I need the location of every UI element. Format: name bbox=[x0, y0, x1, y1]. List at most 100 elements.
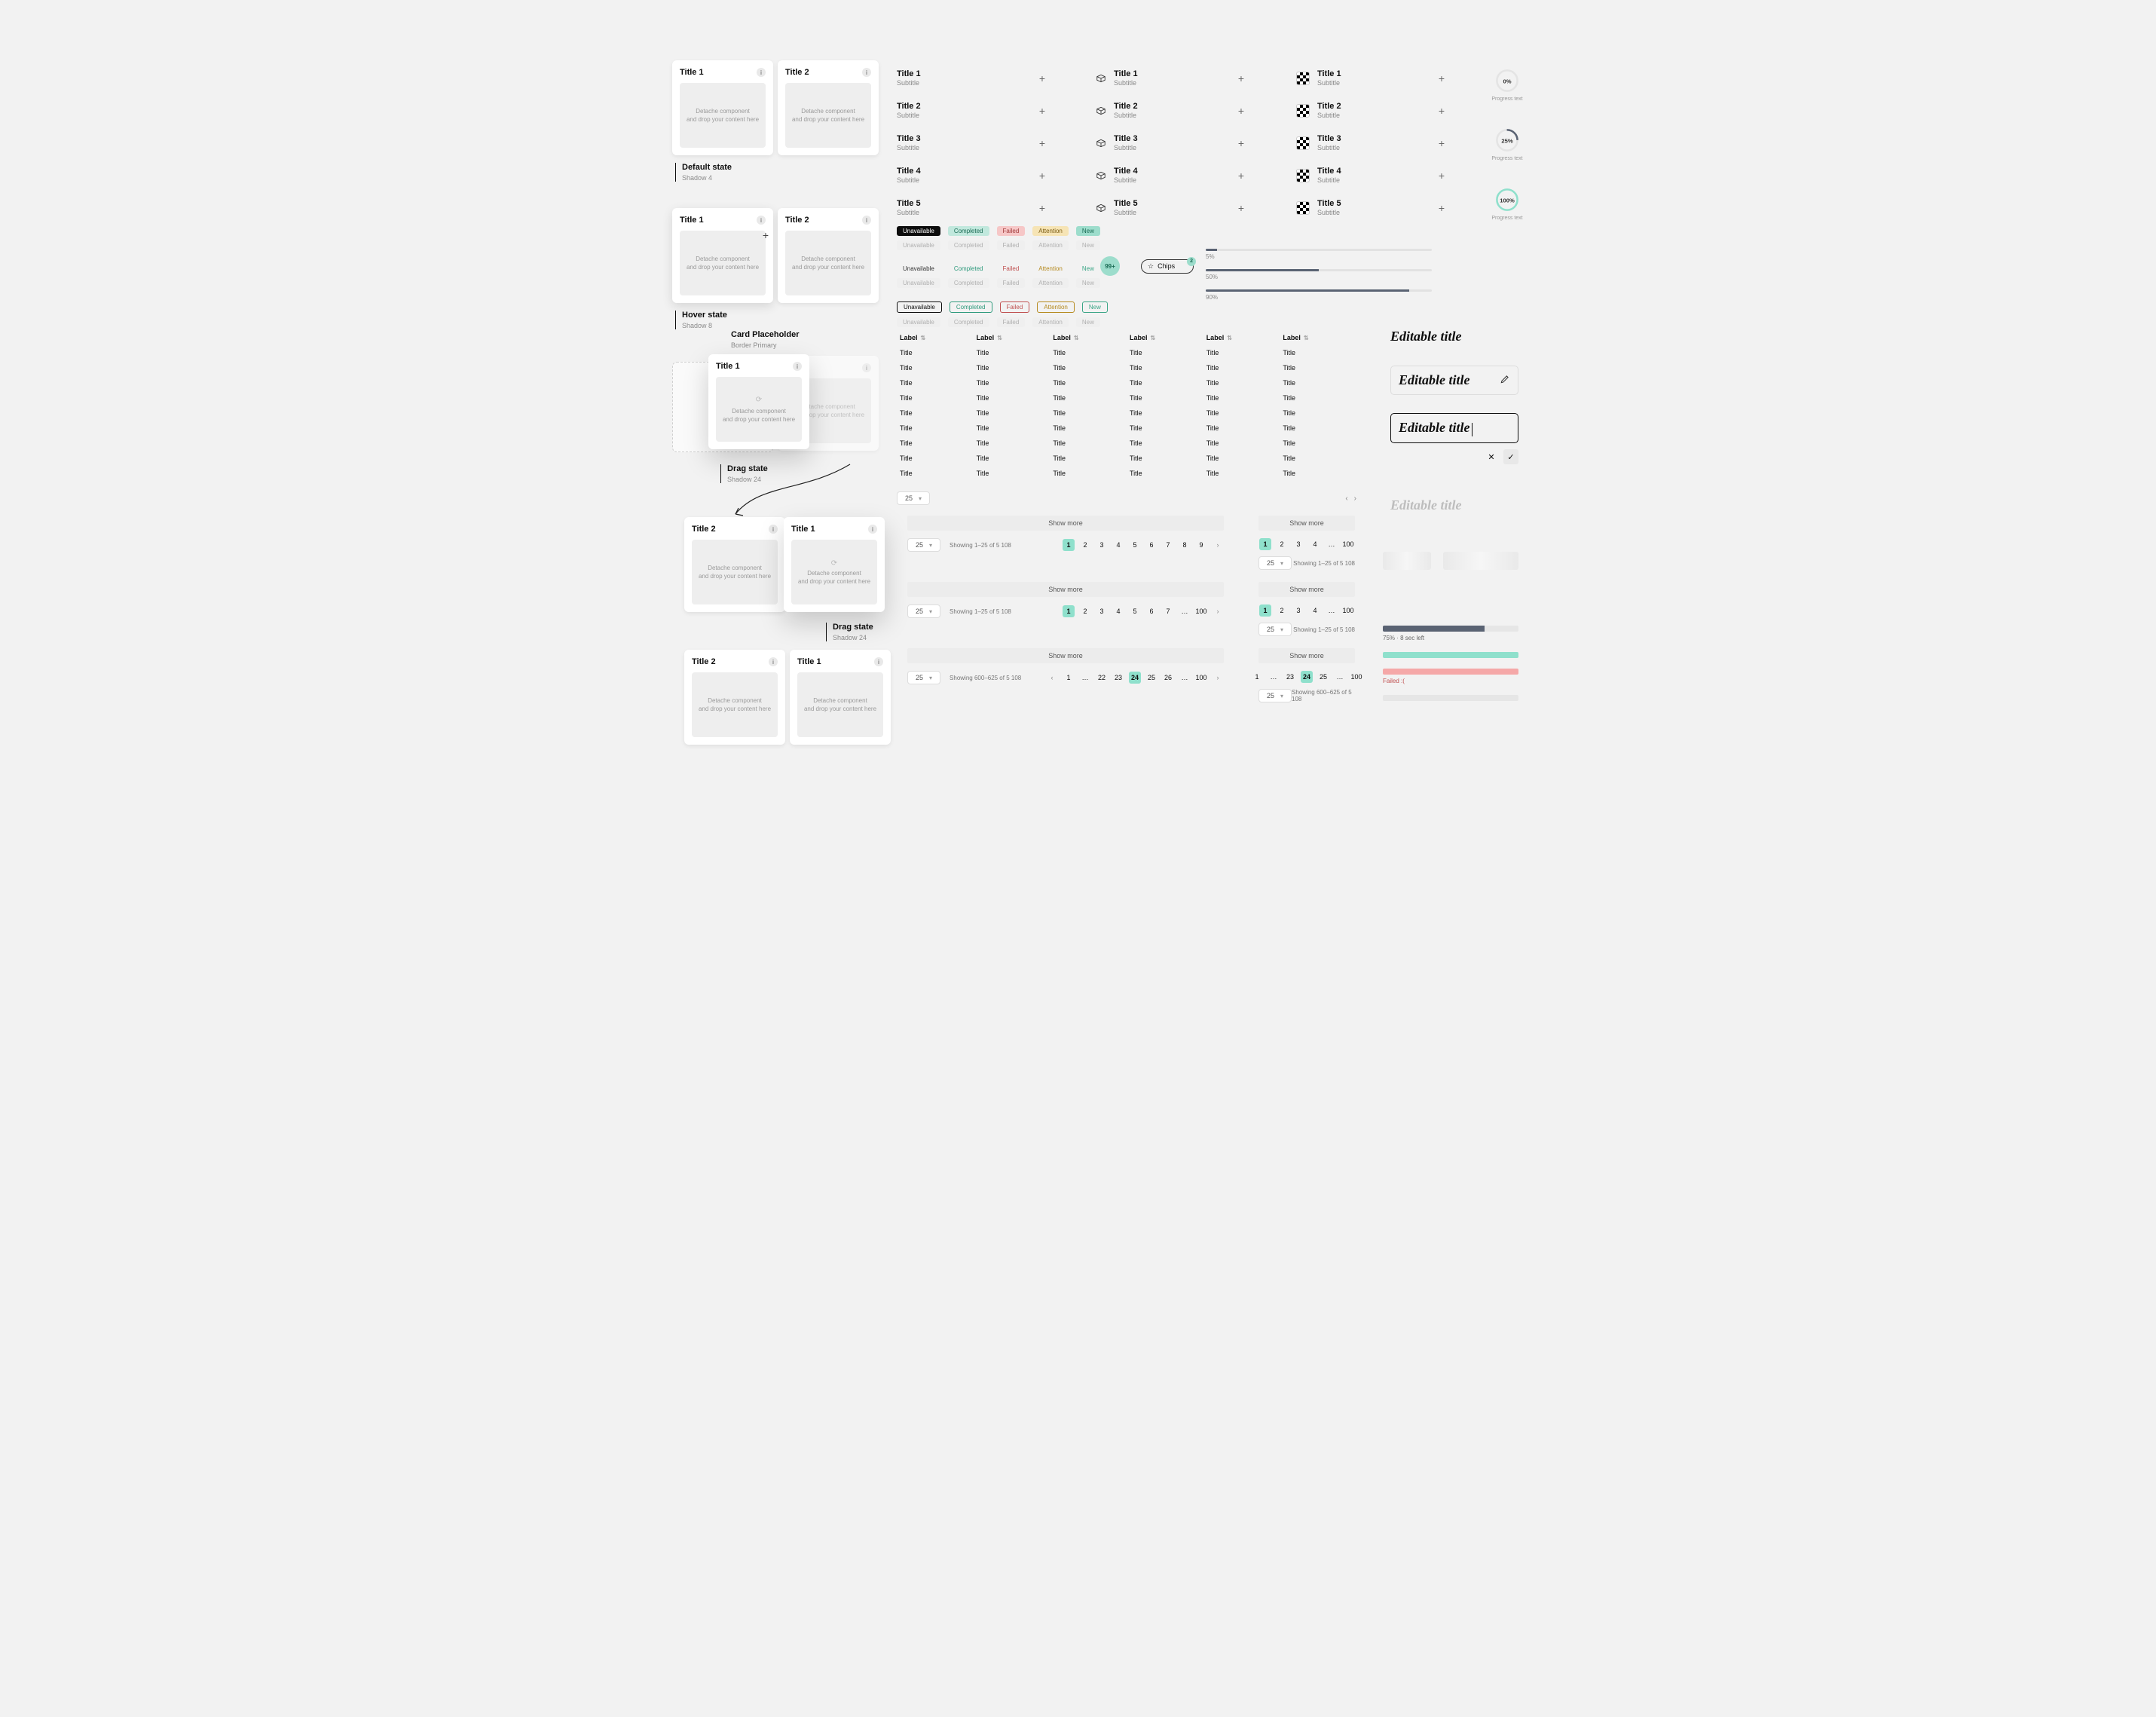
page-100[interactable]: 100 bbox=[1342, 604, 1354, 617]
show-more-button[interactable]: Show more bbox=[1258, 648, 1355, 663]
table-row[interactable]: TitleTitleTitleTitleTitleTitle bbox=[897, 451, 1356, 466]
editable-title-hover[interactable]: Editable title bbox=[1390, 366, 1518, 395]
card-dropzone[interactable]: Detache component and drop your content … bbox=[785, 83, 871, 148]
add-icon[interactable]: + bbox=[1236, 73, 1246, 84]
page-size-select[interactable]: 25▾ bbox=[907, 538, 940, 552]
page-2[interactable]: 2 bbox=[1079, 605, 1091, 617]
title-row[interactable]: Title 4Subtitle+ bbox=[897, 162, 1047, 194]
title-row[interactable]: Title 2Subtitle+ bbox=[1096, 97, 1246, 130]
page-2[interactable]: 2 bbox=[1276, 538, 1288, 550]
card-dropzone[interactable]: Detache component and drop your content … bbox=[797, 672, 883, 737]
title-row[interactable]: Title 3Subtitle+ bbox=[1296, 130, 1447, 162]
tag-unavailable-text[interactable]: Unavailable bbox=[897, 264, 940, 274]
tag-new-outline[interactable]: New bbox=[1082, 301, 1108, 313]
info-icon[interactable]: i bbox=[757, 68, 766, 77]
card-dropzone[interactable]: Detache component and drop your content … bbox=[785, 231, 871, 295]
page-2[interactable]: 2 bbox=[1276, 604, 1288, 617]
page-8[interactable]: 8 bbox=[1179, 539, 1191, 551]
editable-title-editing[interactable]: Editable title bbox=[1390, 413, 1518, 443]
info-icon[interactable]: i bbox=[862, 216, 871, 225]
page-100[interactable]: 100 bbox=[1350, 671, 1362, 683]
add-icon[interactable]: + bbox=[763, 229, 769, 241]
title-row[interactable]: Title 1Subtitle+ bbox=[897, 65, 1047, 97]
card-dropzone[interactable]: ⟳ Detache component and drop your conten… bbox=[716, 377, 802, 442]
pencil-icon[interactable] bbox=[1500, 374, 1510, 387]
page-3[interactable]: 3 bbox=[1292, 538, 1304, 550]
add-icon[interactable]: + bbox=[1436, 73, 1447, 84]
table-row[interactable]: TitleTitleTitleTitleTitleTitle bbox=[897, 390, 1356, 406]
page-3[interactable]: 3 bbox=[1292, 604, 1304, 617]
title-row[interactable]: Title 3Subtitle+ bbox=[1096, 130, 1246, 162]
pager-prev[interactable]: ‹ bbox=[1345, 494, 1347, 503]
info-icon[interactable]: i bbox=[769, 525, 778, 534]
table-header-cell[interactable]: Label⇅ bbox=[1203, 330, 1280, 345]
tag-unavailable[interactable]: Unavailable bbox=[897, 226, 940, 236]
card-hover-2[interactable]: Title 2 i Detache component and drop you… bbox=[778, 208, 879, 303]
tag-completed-text[interactable]: Completed bbox=[948, 264, 989, 274]
title-row[interactable]: Title 5Subtitle+ bbox=[897, 194, 1047, 227]
page-1[interactable]: 1 bbox=[1259, 604, 1271, 617]
card-final-2[interactable]: Title 2 i Detache component and drop you… bbox=[684, 650, 785, 745]
page-3[interactable]: 3 bbox=[1096, 605, 1108, 617]
sort-icon[interactable]: ⇅ bbox=[1151, 335, 1156, 341]
info-icon[interactable]: i bbox=[769, 657, 778, 666]
page-100[interactable]: 100 bbox=[1195, 605, 1207, 617]
page-1[interactable]: 1 bbox=[1063, 672, 1075, 684]
page-26[interactable]: 26 bbox=[1162, 672, 1174, 684]
table-row[interactable]: TitleTitleTitleTitleTitleTitle bbox=[897, 360, 1356, 375]
page-size-select[interactable]: 25▾ bbox=[907, 671, 940, 684]
tag-completed-outline[interactable]: Completed bbox=[950, 301, 992, 313]
sort-icon[interactable]: ⇅ bbox=[1304, 335, 1309, 341]
page-5[interactable]: 5 bbox=[1129, 539, 1141, 551]
page-25[interactable]: 25 bbox=[1145, 672, 1158, 684]
add-icon[interactable]: + bbox=[1037, 73, 1047, 84]
tag-attention[interactable]: Attention bbox=[1032, 226, 1069, 236]
add-icon[interactable]: + bbox=[1037, 106, 1047, 116]
title-row[interactable]: Title 4Subtitle+ bbox=[1096, 162, 1246, 194]
page-1[interactable]: 1 bbox=[1251, 671, 1263, 683]
page-1[interactable]: 1 bbox=[1063, 605, 1075, 617]
table-row[interactable]: TitleTitleTitleTitleTitleTitle bbox=[897, 421, 1356, 436]
page-23[interactable]: 23 bbox=[1112, 672, 1124, 684]
sort-icon[interactable]: ⇅ bbox=[921, 335, 926, 341]
tag-failed-outline[interactable]: Failed bbox=[1000, 301, 1030, 313]
add-icon[interactable]: + bbox=[1436, 106, 1447, 116]
title-row[interactable]: Title 2Subtitle+ bbox=[1296, 97, 1447, 130]
card-dropzone[interactable]: ⟳ Detache component and drop your conten… bbox=[791, 540, 877, 604]
card-afterdrop-2[interactable]: Title 2 i Detache component and drop you… bbox=[684, 517, 785, 612]
page-9[interactable]: 9 bbox=[1195, 539, 1207, 551]
card-dropzone[interactable]: Detache component and drop your content … bbox=[680, 231, 766, 295]
page-6[interactable]: 6 bbox=[1145, 605, 1158, 617]
card-default-2[interactable]: Title 2 i Detache component and drop you… bbox=[778, 60, 879, 155]
tag-new[interactable]: New bbox=[1076, 226, 1100, 236]
table-header-cell[interactable]: Label⇅ bbox=[974, 330, 1050, 345]
add-icon[interactable]: + bbox=[1436, 138, 1447, 148]
table-row[interactable]: TitleTitleTitleTitleTitleTitle bbox=[897, 406, 1356, 421]
card-dropzone[interactable]: Detache component and drop your content … bbox=[680, 83, 766, 148]
title-row[interactable]: Title 2Subtitle+ bbox=[897, 97, 1047, 130]
info-icon[interactable]: i bbox=[874, 657, 883, 666]
page-4[interactable]: 4 bbox=[1309, 538, 1321, 550]
pager-next[interactable]: › bbox=[1354, 494, 1356, 503]
page-7[interactable]: 7 bbox=[1162, 539, 1174, 551]
card-dropzone[interactable]: Detache component and drop your content … bbox=[692, 672, 778, 737]
page-23[interactable]: 23 bbox=[1284, 671, 1296, 683]
pager-next[interactable]: › bbox=[1212, 672, 1224, 684]
page-5[interactable]: 5 bbox=[1129, 605, 1141, 617]
show-more-button[interactable]: Show more bbox=[1258, 516, 1355, 531]
tag-attention-outline[interactable]: Attention bbox=[1037, 301, 1075, 313]
page-4[interactable]: 4 bbox=[1112, 605, 1124, 617]
title-row[interactable]: Title 1Subtitle+ bbox=[1296, 65, 1447, 97]
tag-attention-text[interactable]: Attention bbox=[1032, 264, 1069, 274]
page-2[interactable]: 2 bbox=[1079, 539, 1091, 551]
add-icon[interactable]: + bbox=[1236, 138, 1246, 148]
title-row[interactable]: Title 5Subtitle+ bbox=[1096, 194, 1246, 227]
card-afterdrop-1[interactable]: Title 1 i ⟳ Detache component and drop y… bbox=[784, 517, 885, 612]
confirm-edit-button[interactable]: ✓ bbox=[1503, 449, 1518, 464]
table-header-cell[interactable]: Label⇅ bbox=[1127, 330, 1203, 345]
card-default-1[interactable]: Title 1 i Detache component and drop you… bbox=[672, 60, 773, 155]
card-dropzone[interactable]: Detache component and drop your content … bbox=[692, 540, 778, 604]
show-more-button[interactable]: Show more bbox=[907, 648, 1224, 663]
show-more-button[interactable]: Show more bbox=[907, 516, 1224, 531]
page-size-select[interactable]: 25 ▾ bbox=[897, 491, 930, 505]
